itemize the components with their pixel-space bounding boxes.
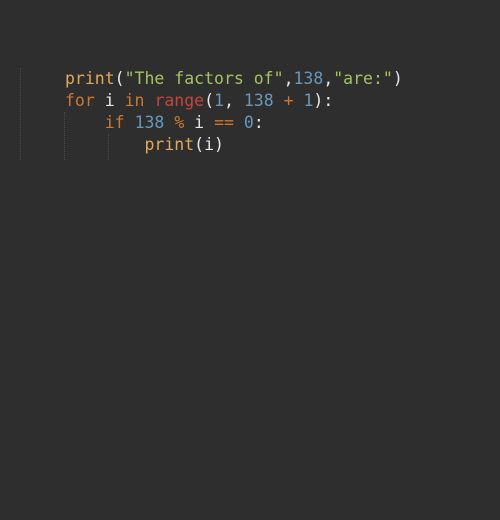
indent-guide [20,68,21,160]
code-token: in [124,91,145,110]
code-token: 1 [303,91,314,110]
code-token: if [104,113,125,132]
code-token: print [65,69,115,88]
code-token: ) [392,69,403,88]
code-token: "The factors of" [124,69,284,88]
code-block[interactable]: print("The factors of",138,"are:") for i … [65,68,403,156]
code-token: : [253,113,264,132]
code-line: print(i) [65,134,403,156]
code-token: "are:" [333,69,393,88]
code-token: i [94,91,125,110]
code-token: , [283,69,294,88]
code-token: , [223,91,244,110]
code-token: for [65,91,95,110]
code-token: + [283,91,294,110]
code-token: ( [114,69,125,88]
code-token: 138 [293,69,324,88]
code-token: == [214,113,234,132]
code-token: (i) [194,135,224,154]
code-token: % [174,113,185,132]
code-token: 138 [134,113,165,132]
code-line: if 138 % i == 0: [65,112,403,134]
code-token: , [323,69,334,88]
code-token: print [144,135,195,154]
code-token: i [184,113,215,132]
code-token: range [154,91,205,110]
code-token: ): [313,91,334,110]
code-token: 1 [214,91,224,110]
code-line: for i in range(1, 138 + 1): [65,90,403,112]
code-token: 0 [243,113,254,132]
code-editor[interactable]: print("The factors of",138,"are:") for i … [0,0,500,520]
code-line: print("The factors of",138,"are:") [65,68,403,90]
code-token: 138 [243,91,274,110]
code-token: ( [204,91,215,110]
